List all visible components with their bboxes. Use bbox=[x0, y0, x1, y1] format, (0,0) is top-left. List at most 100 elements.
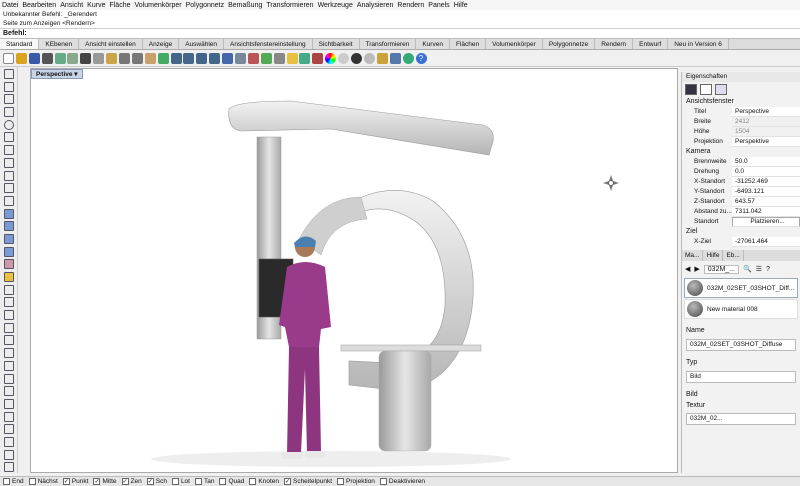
object-properties-icon[interactable] bbox=[312, 52, 324, 64]
menu-werkzeuge[interactable]: Werkzeuge bbox=[318, 2, 353, 9]
command-input[interactable] bbox=[29, 29, 800, 38]
zoom-window-icon[interactable] bbox=[183, 52, 195, 64]
dimension-icon[interactable] bbox=[4, 398, 14, 409]
point-icon[interactable] bbox=[4, 81, 14, 92]
cplane-icon[interactable] bbox=[247, 52, 259, 64]
osnap-zen[interactable]: ✓ Zen bbox=[121, 478, 142, 485]
copy-icon[interactable] bbox=[93, 52, 105, 64]
prop-value[interactable]: 0.0 bbox=[732, 167, 800, 177]
tab-neu-in-version-6[interactable]: Neu in Version 6 bbox=[668, 39, 729, 49]
undo-icon[interactable] bbox=[119, 52, 131, 64]
menu-panels[interactable]: Panels bbox=[428, 2, 449, 9]
osnap-checkbox[interactable] bbox=[249, 478, 257, 485]
select-points-icon[interactable] bbox=[273, 52, 285, 64]
grid-icon[interactable] bbox=[235, 52, 247, 64]
osnap-projektion[interactable]: Projektion bbox=[337, 478, 375, 485]
group-icon[interactable] bbox=[4, 424, 14, 435]
tab-anzeige[interactable]: Anzeige bbox=[142, 39, 180, 49]
tab-polygonnetze[interactable]: Polygonnetze bbox=[542, 39, 596, 49]
explode-icon[interactable] bbox=[4, 322, 14, 333]
osnap-checkbox[interactable]: ✓ bbox=[146, 478, 154, 485]
osnap-quad[interactable]: Quad bbox=[219, 478, 244, 485]
osnap-mitte[interactable]: ✓ Mitte bbox=[93, 478, 117, 485]
tab-volumenkoerper[interactable]: Volumenkörper bbox=[486, 39, 543, 49]
material-name-field[interactable]: 032M_02SET_03SHOT_Diffuse bbox=[686, 339, 796, 351]
options-icon[interactable] bbox=[389, 52, 401, 64]
back-arrow-icon[interactable]: ◀ bbox=[685, 265, 690, 273]
solid-icon[interactable] bbox=[4, 246, 14, 257]
menu-polygonnetz[interactable]: Polygonnetz bbox=[186, 2, 225, 9]
osnap-nächst[interactable]: Nächst bbox=[28, 478, 58, 485]
zoom-icon[interactable] bbox=[170, 52, 182, 64]
tab-entwurf[interactable]: Entwurf bbox=[633, 39, 669, 49]
osnap-scheitelpunkt[interactable]: ✓ Scheitelpunkt bbox=[283, 478, 332, 485]
hide-icon[interactable] bbox=[4, 449, 14, 460]
tab-standard[interactable]: Standard bbox=[0, 39, 40, 49]
print-icon[interactable] bbox=[41, 52, 53, 64]
material-properties-icon[interactable] bbox=[715, 84, 727, 95]
camera-properties-icon[interactable] bbox=[685, 84, 697, 95]
gumball-icon[interactable] bbox=[603, 175, 619, 191]
tab-flaechen[interactable]: Flächen bbox=[449, 39, 487, 49]
arc-icon[interactable] bbox=[4, 132, 14, 143]
pan-hand-icon[interactable] bbox=[144, 52, 156, 64]
material-breadcrumb[interactable]: 032M_... bbox=[703, 264, 740, 274]
osnap-checkbox[interactable]: ✓ bbox=[62, 478, 70, 485]
render-teapot-icon[interactable] bbox=[376, 52, 388, 64]
boolean-icon[interactable] bbox=[4, 272, 14, 282]
prop-value[interactable]: 7311.042 bbox=[732, 207, 800, 217]
circle-icon[interactable] bbox=[4, 119, 14, 130]
tab-ansichtsfenstereinstellung[interactable]: Ansichtsfenstereinstellung bbox=[224, 39, 313, 49]
material-item-selected[interactable]: 032M_02SET_03SHOT_Diff... bbox=[684, 278, 798, 298]
zoom-extents-icon[interactable] bbox=[196, 52, 208, 64]
osnap-checkbox[interactable] bbox=[171, 478, 179, 485]
osnap-lot[interactable]: Lot bbox=[171, 478, 190, 485]
menu-kurve[interactable]: Kurve bbox=[87, 2, 105, 9]
split-icon[interactable] bbox=[4, 297, 14, 308]
help-icon[interactable]: ? bbox=[766, 266, 770, 273]
lock-icon[interactable] bbox=[4, 462, 14, 473]
surface-icon[interactable] bbox=[4, 208, 14, 219]
layer-icon[interactable] bbox=[299, 52, 311, 64]
place-button[interactable]: Platzieren... bbox=[732, 217, 800, 227]
fillet-icon[interactable] bbox=[4, 183, 14, 194]
prop-value[interactable]: 643.57 bbox=[732, 197, 800, 207]
osnap-punkt[interactable]: ✓ Punkt bbox=[62, 478, 88, 485]
osnap-checkbox[interactable] bbox=[379, 478, 387, 485]
perspective-viewport[interactable]: Perspective ▾ bbox=[30, 68, 678, 473]
prop-value[interactable]: -31252.469 bbox=[732, 177, 800, 187]
analyze-icon[interactable] bbox=[4, 411, 14, 422]
menu-transformieren[interactable]: Transformieren bbox=[266, 2, 313, 9]
menu-rendern[interactable]: Rendern bbox=[397, 2, 424, 9]
open-folder-icon[interactable] bbox=[15, 52, 27, 64]
osnap-sch[interactable]: ✓ Sch bbox=[146, 478, 167, 485]
scale-icon[interactable] bbox=[4, 360, 14, 371]
redo-icon[interactable] bbox=[131, 52, 143, 64]
freeform-curve-icon[interactable] bbox=[4, 170, 14, 181]
save-icon[interactable] bbox=[28, 52, 40, 64]
osnap-checkbox[interactable] bbox=[219, 478, 227, 485]
tab-ansicht-einstellen[interactable]: Ansicht einstellen bbox=[79, 39, 143, 49]
polygon-icon[interactable] bbox=[4, 157, 14, 168]
polyline-icon[interactable] bbox=[4, 94, 14, 105]
tab-materials[interactable]: Ma... bbox=[682, 250, 704, 261]
tab-transformieren[interactable]: Transformieren bbox=[359, 39, 417, 49]
texture-slot[interactable]: 032M_02... bbox=[686, 413, 796, 425]
osnap-checkbox[interactable] bbox=[28, 478, 36, 485]
move-icon[interactable] bbox=[4, 335, 14, 346]
osnap-checkbox[interactable]: ✓ bbox=[121, 478, 129, 485]
mirror-icon[interactable] bbox=[4, 373, 14, 384]
paste-icon[interactable] bbox=[106, 52, 118, 64]
trim-icon[interactable] bbox=[4, 284, 14, 295]
forward-arrow-icon[interactable]: ▶ bbox=[694, 265, 699, 273]
set-view-icon[interactable] bbox=[260, 52, 272, 64]
menu-analysieren[interactable]: Analysieren bbox=[357, 2, 394, 9]
menu-datei[interactable]: Datei bbox=[2, 2, 18, 9]
osnap-knoten[interactable]: Knoten bbox=[249, 478, 279, 485]
zoom-selected-icon[interactable] bbox=[209, 52, 221, 64]
menu-ansicht[interactable]: Ansicht bbox=[60, 2, 83, 9]
snap-icon[interactable] bbox=[4, 436, 14, 447]
tab-layers[interactable]: Eb... bbox=[723, 250, 744, 261]
tab-help[interactable]: Hilfe bbox=[703, 250, 724, 261]
prop-value[interactable]: Perspective bbox=[732, 107, 800, 117]
